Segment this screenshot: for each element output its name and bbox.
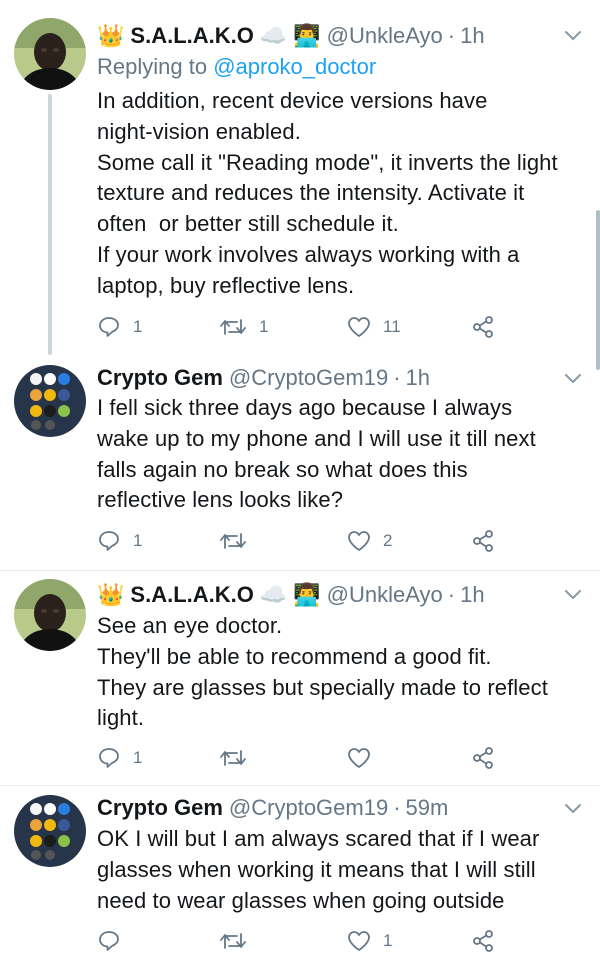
tweet[interactable]: Crypto Gem @CryptoGem19 · 1h I fell sick…: [0, 355, 600, 570]
heart-icon: [348, 531, 370, 551]
avatar[interactable]: [14, 365, 86, 437]
tweet-actions: 1 1 11: [97, 312, 517, 342]
user-handle[interactable]: @UnkleAyo: [327, 23, 443, 49]
reply-icon: [99, 931, 119, 951]
chevron-down-icon[interactable]: [564, 589, 582, 601]
like-button[interactable]: 11: [347, 312, 401, 342]
heart-icon: [348, 317, 370, 337]
retweet-button[interactable]: [219, 926, 259, 956]
cloud-emoji: ☁️: [259, 23, 288, 48]
tweet-header: 👑 S.A.L.A.K.O ☁️ 👨‍💻 @UnkleAyo · 1h: [97, 578, 552, 612]
retweet-icon: [220, 750, 246, 766]
display-name[interactable]: S.A.L.A.K.O: [130, 582, 253, 608]
retweet-count: 1: [259, 317, 269, 336]
cloud-emoji: ☁️: [259, 582, 288, 607]
crown-emoji: 👑: [97, 23, 125, 48]
tweet-text: OK I will but I am always scared that if…: [97, 826, 540, 913]
like-count: 2: [383, 531, 393, 550]
separator-dot: ·: [393, 365, 401, 390]
display-name[interactable]: Crypto Gem: [97, 365, 223, 391]
timestamp[interactable]: 1h: [406, 365, 430, 391]
cryptogem-avatar-image: [14, 795, 86, 867]
replying-to-label: Replying to: [97, 54, 214, 79]
share-button[interactable]: [471, 926, 495, 956]
retweet-icon: [220, 319, 246, 335]
cryptogem-avatar-image: [14, 365, 86, 437]
like-button[interactable]: 2: [347, 526, 392, 556]
technologist-emoji: 👨‍💻: [293, 582, 321, 607]
salako-avatar-image: [14, 18, 86, 90]
timestamp[interactable]: 59m: [406, 795, 449, 821]
mention-link[interactable]: @aproko_doctor: [213, 54, 376, 79]
tweet-header: Crypto Gem @CryptoGem19 · 1h: [97, 361, 552, 395]
share-icon: [473, 316, 493, 338]
retweet-button[interactable]: 1: [219, 312, 268, 342]
reply-button[interactable]: 1: [97, 526, 142, 556]
crown-emoji: 👑: [97, 582, 125, 607]
tweet[interactable]: 👑 S.A.L.A.K.O ☁️ 👨‍💻 @UnkleAyo · 1h Repl…: [0, 0, 600, 355]
separator-dot: ·: [393, 795, 401, 820]
heart-icon: [348, 931, 370, 951]
salako-avatar-image: [14, 579, 86, 651]
tweet-text: In addition, recent device versions have…: [97, 88, 558, 298]
timestamp[interactable]: 1h: [460, 582, 484, 608]
retweet-button[interactable]: [219, 743, 259, 773]
chevron-down-icon[interactable]: [564, 803, 582, 815]
timestamp[interactable]: 1h: [460, 23, 484, 49]
tweet-text: See an eye doctor. They'll be able to re…: [97, 613, 548, 731]
share-button[interactable]: [471, 312, 495, 342]
scrollbar[interactable]: [596, 210, 600, 370]
share-icon: [473, 530, 493, 552]
tweet[interactable]: 👑 S.A.L.A.K.O ☁️ 👨‍💻 @UnkleAyo · 1h See …: [0, 571, 600, 785]
share-icon: [473, 930, 493, 952]
display-name[interactable]: S.A.L.A.K.O: [130, 23, 253, 49]
tweet-text: I fell sick three days ago because I alw…: [97, 395, 536, 513]
share-icon: [473, 747, 493, 769]
reply-count: 1: [133, 317, 143, 336]
tweet-actions: 1 2: [97, 526, 517, 556]
separator-dot: ·: [447, 582, 456, 607]
reply-button[interactable]: 1: [97, 743, 142, 773]
tweet-header: 👑 S.A.L.A.K.O ☁️ 👨‍💻 @UnkleAyo · 1h: [97, 19, 552, 53]
display-name[interactable]: Crypto Gem: [97, 795, 223, 821]
like-button[interactable]: 1: [347, 926, 392, 956]
user-handle[interactable]: @CryptoGem19: [229, 795, 388, 821]
thread-line: [48, 94, 52, 355]
heart-icon: [348, 748, 370, 768]
tweet-header: Crypto Gem @CryptoGem19 · 59m: [97, 791, 552, 825]
tweet-actions: 1: [97, 743, 517, 773]
reply-icon: [99, 531, 119, 551]
reply-button[interactable]: [97, 926, 133, 956]
chevron-down-icon[interactable]: [564, 373, 582, 385]
reply-count: 1: [133, 531, 143, 550]
reply-button[interactable]: 1: [97, 312, 142, 342]
tweet[interactable]: Crypto Gem @CryptoGem19 · 59m OK I will …: [0, 786, 600, 958]
reply-icon: [99, 748, 119, 768]
reply-icon: [99, 317, 119, 337]
retweet-icon: [220, 533, 246, 549]
retweet-button[interactable]: [219, 526, 259, 556]
share-button[interactable]: [471, 526, 495, 556]
like-count: 11: [383, 317, 401, 336]
avatar[interactable]: [14, 795, 86, 867]
tweet-actions: 1: [97, 926, 517, 956]
separator-dot: ·: [447, 23, 456, 48]
like-button[interactable]: [347, 743, 383, 773]
reply-count: 1: [133, 748, 143, 767]
replying-to: Replying to @aproko_doctor: [97, 52, 376, 82]
avatar[interactable]: [14, 18, 86, 90]
like-count: 1: [383, 931, 393, 950]
technologist-emoji: 👨‍💻: [293, 23, 321, 48]
retweet-icon: [220, 933, 246, 949]
user-handle[interactable]: @CryptoGem19: [229, 365, 388, 391]
avatar[interactable]: [14, 579, 86, 651]
chevron-down-icon[interactable]: [564, 30, 582, 42]
user-handle[interactable]: @UnkleAyo: [327, 582, 443, 608]
share-button[interactable]: [471, 743, 495, 773]
